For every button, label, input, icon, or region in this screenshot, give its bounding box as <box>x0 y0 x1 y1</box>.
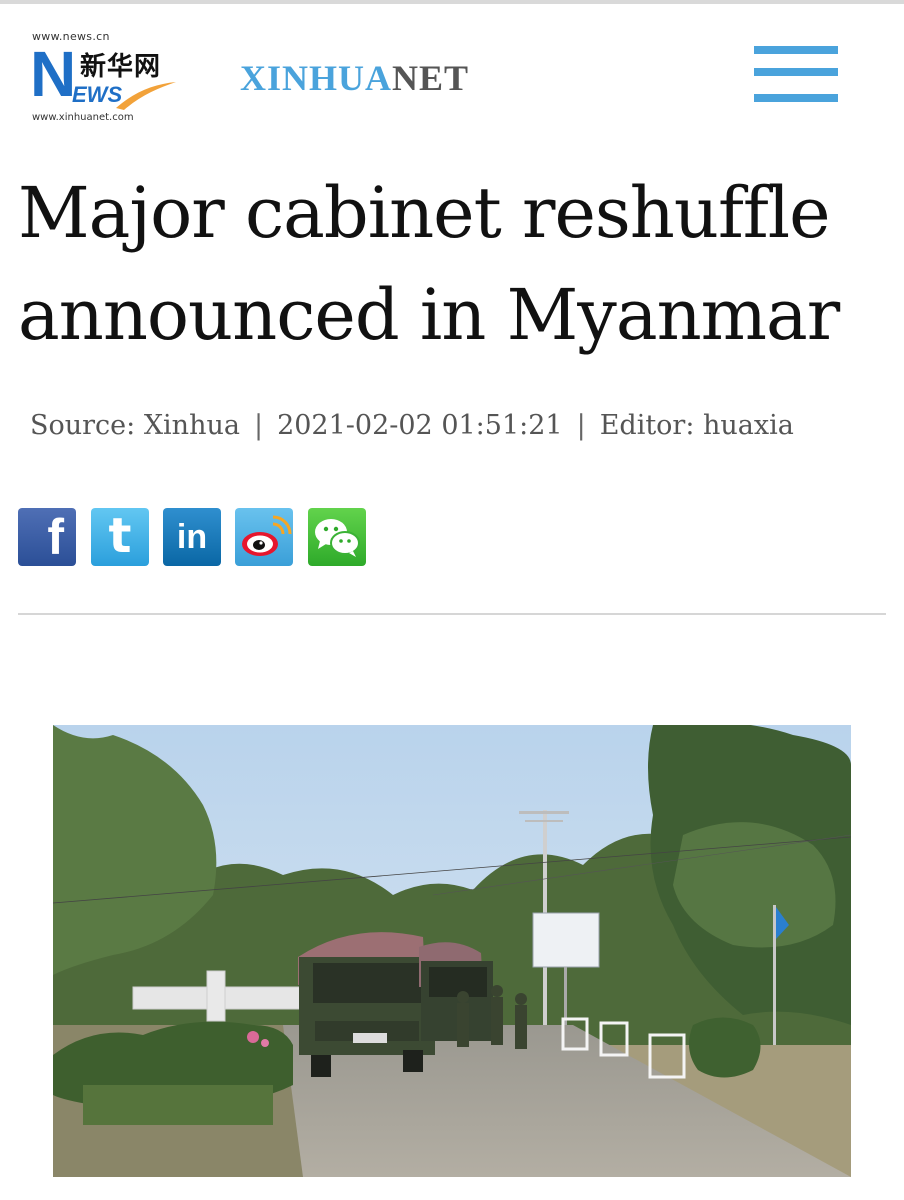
article-datetime: 2021-02-02 01:51:21 <box>277 410 563 441</box>
top-rule <box>0 0 904 4</box>
menu-bar-middle <box>754 68 838 76</box>
article-photo <box>53 725 851 1177</box>
article-source: Source: Xinhua <box>30 410 240 441</box>
twitter-glyph: t <box>108 508 132 564</box>
hamburger-menu-icon[interactable] <box>754 46 838 106</box>
menu-bar-bottom <box>754 94 838 102</box>
logo-n-letter: N <box>30 38 77 110</box>
weibo-icon[interactable] <box>235 508 293 566</box>
logo-swoosh-icon <box>116 82 176 110</box>
article-editor: Editor: huaxia <box>599 410 794 441</box>
brand-part-xinhua: XINHUA <box>240 58 393 98</box>
linkedin-glyph: in <box>176 518 208 556</box>
article-headline: Major cabinet reshuffle announced in Mya… <box>18 172 840 356</box>
xinhua-news-logo[interactable]: www.news.cn N 新华网 EWS www.xinhuanet.com <box>30 28 180 126</box>
article-photo-scene <box>53 725 851 1177</box>
meta-separator: | <box>253 410 264 441</box>
logo-url-bottom: www.xinhuanet.com <box>32 112 134 123</box>
wechat-icon[interactable] <box>308 508 366 566</box>
xinhuanet-wordmark[interactable]: XINHUANET <box>240 58 469 98</box>
brand-part-net: NET <box>392 58 470 98</box>
twitter-icon[interactable]: t <box>91 508 149 566</box>
meta-separator: | <box>576 410 586 441</box>
linkedin-icon[interactable]: in <box>163 508 221 566</box>
menu-bar-top <box>754 46 838 54</box>
facebook-glyph: f <box>47 509 64 565</box>
section-divider <box>18 613 886 615</box>
facebook-icon[interactable]: f <box>18 508 76 566</box>
article-meta: Source: Xinhua | 2021-02-02 01:51:21 | Edito… <box>30 410 890 441</box>
